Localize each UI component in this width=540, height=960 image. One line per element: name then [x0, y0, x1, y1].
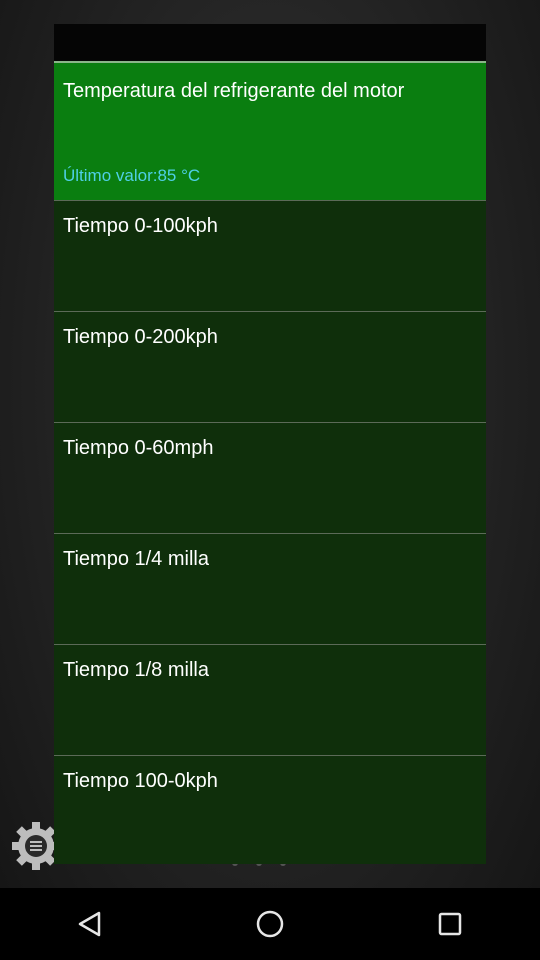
list-item-0-60mph[interactable]: Tiempo 0-60mph	[54, 422, 486, 533]
selection-dialog: Temperatura del refrigerante del motor Ú…	[54, 24, 486, 864]
home-circle-icon	[256, 910, 284, 938]
list-item-quarter-mile[interactable]: Tiempo 1/4 milla	[54, 533, 486, 644]
list-item-label: Temperatura del refrigerante del motor	[63, 80, 405, 102]
list-item-100-0kph[interactable]: Tiempo 100-0kph	[54, 755, 486, 864]
back-triangle-icon	[78, 911, 101, 937]
dialog-header	[54, 24, 486, 61]
list-item-label: Tiempo 0-200kph	[63, 326, 218, 348]
last-value-text: Último valor:85 °C	[63, 166, 201, 185]
recents-square-icon	[438, 912, 462, 936]
list-item-0-100kph[interactable]: Tiempo 0-100kph	[54, 200, 486, 311]
back-button[interactable]	[60, 894, 120, 954]
list-item-label: Tiempo 1/8 milla	[63, 659, 209, 681]
recents-button[interactable]	[420, 894, 480, 954]
list-item-eighth-mile[interactable]: Tiempo 1/8 milla	[54, 644, 486, 755]
list-item-label: Tiempo 0-100kph	[63, 215, 218, 237]
list-item-coolant-temperature[interactable]: Temperatura del refrigerante del motor Ú…	[54, 61, 486, 200]
list-item-0-200kph[interactable]: Tiempo 0-200kph	[54, 311, 486, 422]
list-item-label: Tiempo 0-60mph	[63, 437, 214, 459]
list-item-label: Tiempo 1/4 milla	[63, 548, 209, 570]
list-item-label: Tiempo 100-0kph	[63, 770, 218, 792]
system-nav-bar	[0, 888, 540, 960]
home-button[interactable]	[240, 894, 300, 954]
